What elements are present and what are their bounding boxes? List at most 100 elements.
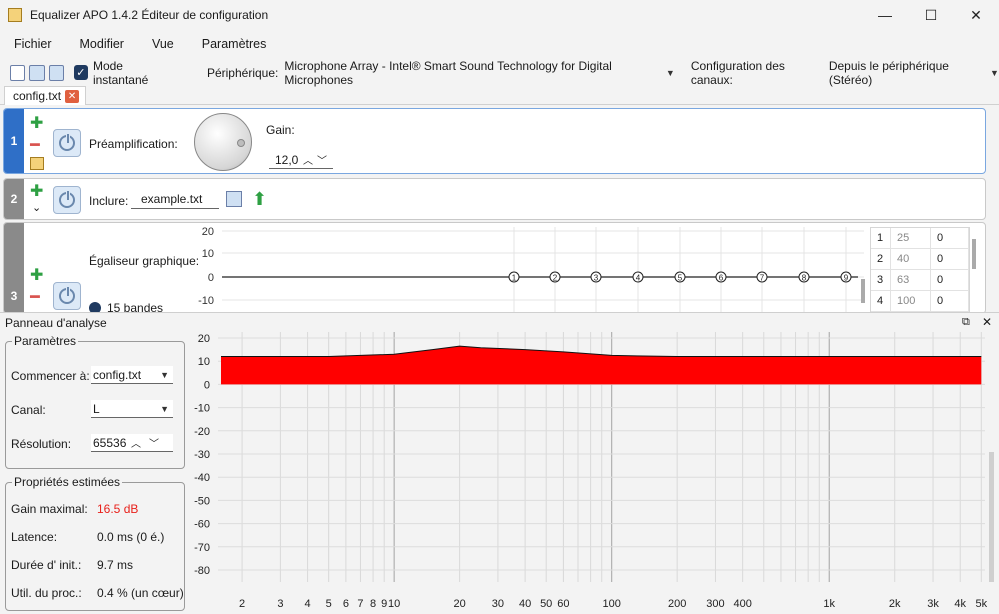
close-tab-icon[interactable]: ✕	[65, 89, 80, 103]
expand-icon[interactable]: ⌄	[32, 201, 41, 214]
chart-x-tick: 100	[603, 598, 621, 610]
tab-config[interactable]: config.txt ✕	[4, 86, 87, 105]
band-frequency[interactable]: 63	[891, 270, 931, 290]
cpu-usage-value: 0.4 % (un cœur)	[97, 586, 184, 600]
save-as-icon[interactable]	[48, 64, 64, 81]
band-frequency[interactable]: 100	[891, 291, 931, 311]
chart-x-tick: 2	[239, 598, 245, 610]
chart-y-tick: -60	[194, 519, 210, 531]
chart-x-tick: 200	[668, 598, 686, 610]
band-table-row[interactable]: 1 25 0	[871, 228, 969, 249]
chevron-down-icon[interactable]: ﹀	[317, 152, 327, 167]
band-table-row[interactable]: 4 100 0	[871, 291, 969, 312]
eq-scrollbar[interactable]	[861, 279, 865, 303]
params-title: Paramètres	[12, 334, 79, 348]
eq-node-label: 6	[719, 274, 724, 283]
chart-x-tick: 3k	[927, 598, 939, 610]
chart-y-tick: -70	[194, 542, 210, 554]
gain-spinbox[interactable]: 12,0 ︿ ﹀	[269, 151, 333, 169]
add-filter-icon[interactable]: ✚	[30, 181, 43, 201]
menu-file[interactable]: Fichier	[0, 37, 66, 51]
close-panel-icon[interactable]: ✕	[982, 315, 992, 329]
gain-value: 12,0	[275, 152, 299, 167]
chevron-up-icon[interactable]: ︿	[131, 435, 141, 450]
init-duration-value: 9.7 ms	[97, 558, 134, 572]
band-table-row[interactable]: 3 63 0	[871, 270, 969, 291]
eq-node-label: 8	[802, 274, 807, 283]
start-dropdown[interactable]: config.txt ▼	[91, 366, 173, 384]
remove-filter-icon[interactable]: ━	[30, 287, 40, 307]
chart-scrollbar[interactable]	[989, 452, 994, 582]
save-icon[interactable]	[29, 64, 45, 81]
power-toggle-button[interactable]	[53, 186, 81, 214]
band-index: 3	[871, 270, 891, 290]
instant-mode-checkbox[interactable]: ✓	[73, 65, 88, 80]
chevron-up-icon[interactable]: ︿	[303, 152, 313, 167]
channel-config-label: Configuration des canaux:	[690, 58, 785, 87]
filter-panel-graphic-eq: 3 ✚ ━ Égaliseur graphique: 15 bandes 20 1…	[3, 222, 986, 314]
band-gain[interactable]: 0	[931, 291, 969, 311]
chart-y-tick: -50	[194, 495, 210, 507]
channel-config-value: Depuis le périphérique (Stéréo)	[828, 58, 949, 87]
channel-label: Canal:	[11, 403, 46, 417]
maximize-button[interactable]: ☐	[908, 0, 954, 30]
add-filter-icon[interactable]: ✚	[30, 113, 43, 133]
filter-panel-preamp: 1 ✚ ━ Préamplification: Gain: 12,0 ︿ ﹀	[3, 108, 986, 174]
power-toggle-button[interactable]	[53, 282, 81, 310]
chart-y-tick: 0	[204, 379, 210, 391]
chevron-down-icon[interactable]: ﹀	[149, 435, 159, 450]
power-toggle-button[interactable]	[53, 129, 81, 157]
chart-y-tick: 10	[198, 356, 210, 368]
title-bar: Equalizer APO 1.4.2 Éditeur de configura…	[0, 0, 999, 30]
band-index: 1	[871, 228, 891, 248]
include-file-value: example.txt	[141, 192, 203, 206]
analysis-title: Panneau d'analyse	[5, 315, 107, 330]
eq-node-label: 2	[553, 274, 558, 283]
graphic-eq-editor[interactable]: 20 10 0 -10 1 2 3 4 5 6 7 8 9	[192, 227, 868, 314]
chart-x-tick: 20	[454, 598, 466, 610]
device-dropdown[interactable]: Microphone Array - Intel® Smart Sound Te…	[284, 59, 674, 87]
band-table-rows: 1 25 0 2 40 0 3 63 0 4 100 0	[871, 228, 969, 312]
chart-x-tick: 6	[343, 598, 349, 610]
chevron-down-icon: ▼	[160, 369, 169, 380]
response-curve	[220, 345, 982, 358]
close-button[interactable]: ✕	[953, 0, 999, 30]
add-filter-icon[interactable]: ✚	[30, 265, 43, 285]
chart-x-tick: 300	[706, 598, 724, 610]
menu-edit[interactable]: Modifier	[66, 37, 138, 51]
band-gain[interactable]: 0	[931, 249, 969, 269]
chart-y-tick: -10	[194, 403, 210, 415]
float-panel-icon[interactable]: ⧉	[962, 316, 970, 329]
band-frequency[interactable]: 25	[891, 228, 931, 248]
new-file-icon[interactable]	[10, 64, 26, 81]
init-duration-label: Durée d' init.:	[11, 558, 82, 572]
resolution-spinbox[interactable]: 65536 ︿ ﹀	[91, 434, 173, 452]
instant-mode-label: Mode instantané	[92, 58, 149, 87]
filter-number: 1	[4, 109, 24, 173]
tab-label: config.txt	[13, 89, 62, 103]
channel-config-dropdown[interactable]: Depuis le périphérique (Stéréo) ▼	[829, 59, 999, 87]
gain-knob[interactable]	[194, 113, 252, 171]
minimize-button[interactable]: —	[862, 0, 908, 30]
eq-node-label: 9	[844, 274, 849, 283]
menu-settings[interactable]: Paramètres	[188, 37, 281, 51]
remove-filter-icon[interactable]: ━	[30, 135, 40, 155]
band-frequency[interactable]: 40	[891, 249, 931, 269]
save-icon[interactable]	[226, 191, 242, 207]
arrow-up-icon[interactable]: ⬆	[252, 189, 267, 210]
band-table-scrollbar[interactable]	[972, 239, 976, 269]
include-file-field[interactable]: example.txt	[131, 190, 219, 209]
filter-type-label: Égaliseur graphique:	[89, 254, 200, 268]
band-gain[interactable]: 0	[931, 228, 969, 248]
menu-bar: Fichier Modifier Vue Paramètres	[0, 30, 999, 58]
band-gain[interactable]: 0	[931, 270, 969, 290]
tab-bar: config.txt ✕	[0, 85, 999, 105]
power-icon	[59, 133, 75, 151]
menu-view[interactable]: Vue	[138, 37, 188, 51]
eq-node-label: 3	[594, 274, 599, 283]
device-value: Microphone Array - Intel® Smart Sound Te…	[284, 58, 612, 87]
chart-x-tick: 5	[326, 598, 332, 610]
channel-dropdown[interactable]: L ▼	[91, 400, 173, 418]
edit-icon[interactable]	[30, 157, 44, 170]
band-table-row[interactable]: 2 40 0	[871, 249, 969, 270]
